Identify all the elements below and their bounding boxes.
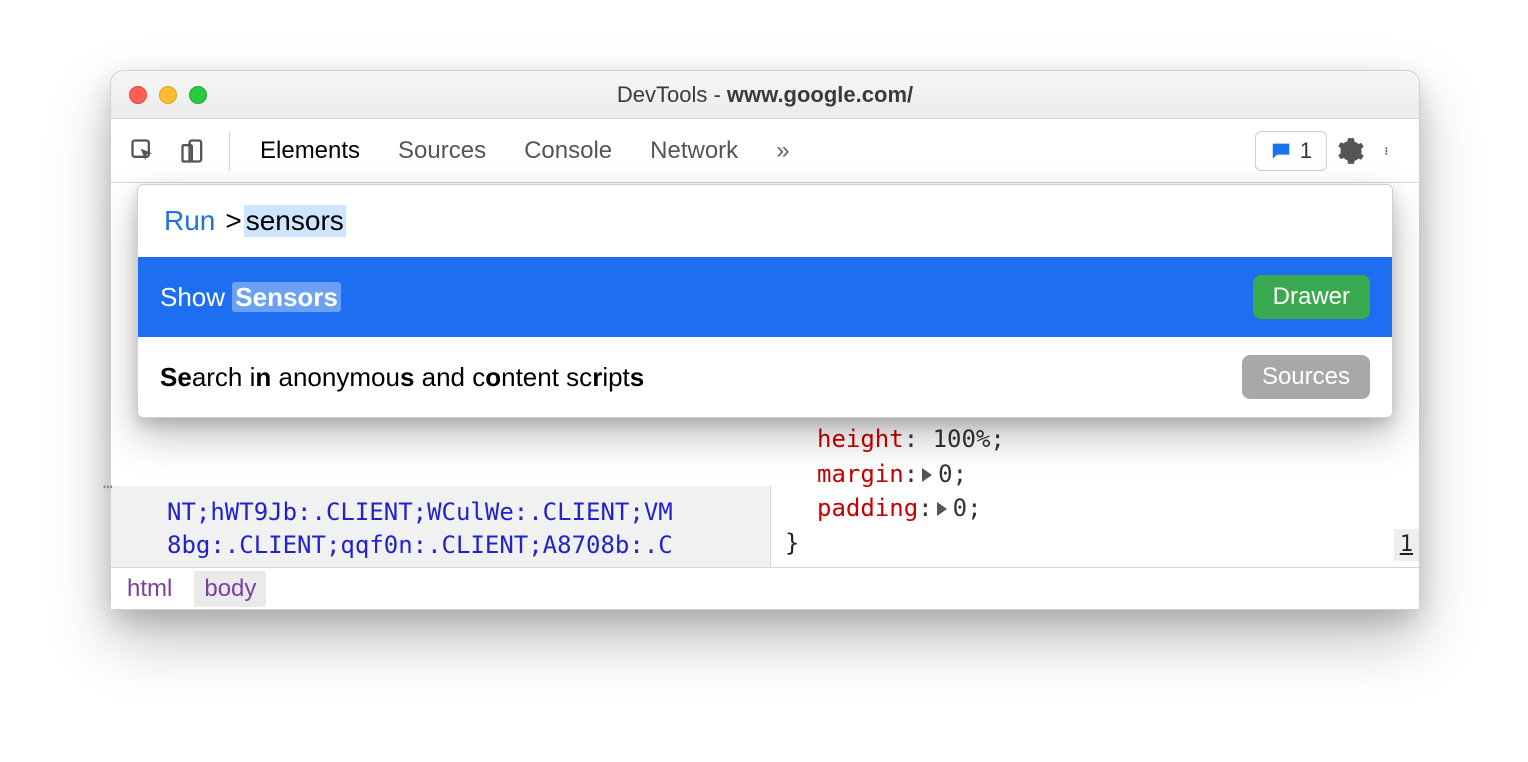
device-toolbar-icon[interactable] [173, 131, 213, 171]
gutter-dots-icon: ⋯ [103, 476, 115, 498]
css-block-close: } [785, 526, 1399, 561]
command-menu-item-label: Search in anonymous and content scripts [160, 362, 1230, 393]
command-menu-input[interactable]: Run >sensors [138, 185, 1392, 257]
command-caret: > [225, 205, 241, 237]
tab-network[interactable]: Network [636, 119, 752, 182]
tabs-overflow-icon[interactable]: » [762, 119, 803, 182]
inspect-element-icon[interactable] [123, 131, 163, 171]
devtools-toolbar: Elements Sources Console Network » 1 [111, 119, 1419, 183]
expand-triangle-icon[interactable] [922, 468, 932, 482]
messages-count: 1 [1300, 138, 1312, 164]
styles-panel[interactable]: height: 100%; margin:0; padding:0; } 1 [771, 412, 1419, 567]
dom-breadcrumb[interactable]: html body [111, 567, 1419, 609]
window-controls [129, 71, 207, 118]
style-source-badge[interactable]: 1 [1394, 529, 1419, 561]
minimize-window-icon[interactable] [159, 86, 177, 104]
breadcrumb-item-html[interactable]: html [127, 575, 172, 603]
titlebar: DevTools - www.google.com/ [111, 71, 1419, 119]
window-title: DevTools - www.google.com/ [617, 82, 913, 108]
command-chip-sources: Sources [1242, 355, 1370, 399]
zoom-window-icon[interactable] [189, 86, 207, 104]
expand-triangle-icon[interactable] [937, 502, 947, 516]
breadcrumb-item-body[interactable]: body [194, 571, 266, 607]
tab-console[interactable]: Console [510, 119, 626, 182]
dom-tree-panel[interactable]: ⋯ NT;hWT9Jb:.CLIENT;WCulWe:.CLIENT;VM 8b… [111, 486, 771, 567]
command-menu-item[interactable]: Show Sensors Drawer [138, 257, 1392, 337]
command-chip-drawer: Drawer [1253, 275, 1370, 319]
command-menu-item[interactable]: Search in anonymous and content scripts … [138, 337, 1392, 417]
more-options-icon[interactable] [1375, 131, 1403, 171]
messages-badge[interactable]: 1 [1255, 131, 1327, 171]
tab-elements[interactable]: Elements [246, 119, 374, 182]
devtools-window: DevTools - www.google.com/ Elements Sour… [110, 70, 1420, 610]
toolbar-divider [229, 131, 230, 171]
run-label: Run [164, 205, 215, 237]
command-menu: Run >sensors Show Sensors Drawer Search … [137, 184, 1393, 418]
command-menu-item-label: Show Sensors [160, 282, 1241, 313]
settings-gear-icon[interactable] [1337, 131, 1365, 171]
tab-sources[interactable]: Sources [384, 119, 500, 182]
close-window-icon[interactable] [129, 86, 147, 104]
command-query: sensors [244, 205, 346, 237]
message-icon [1270, 140, 1292, 162]
